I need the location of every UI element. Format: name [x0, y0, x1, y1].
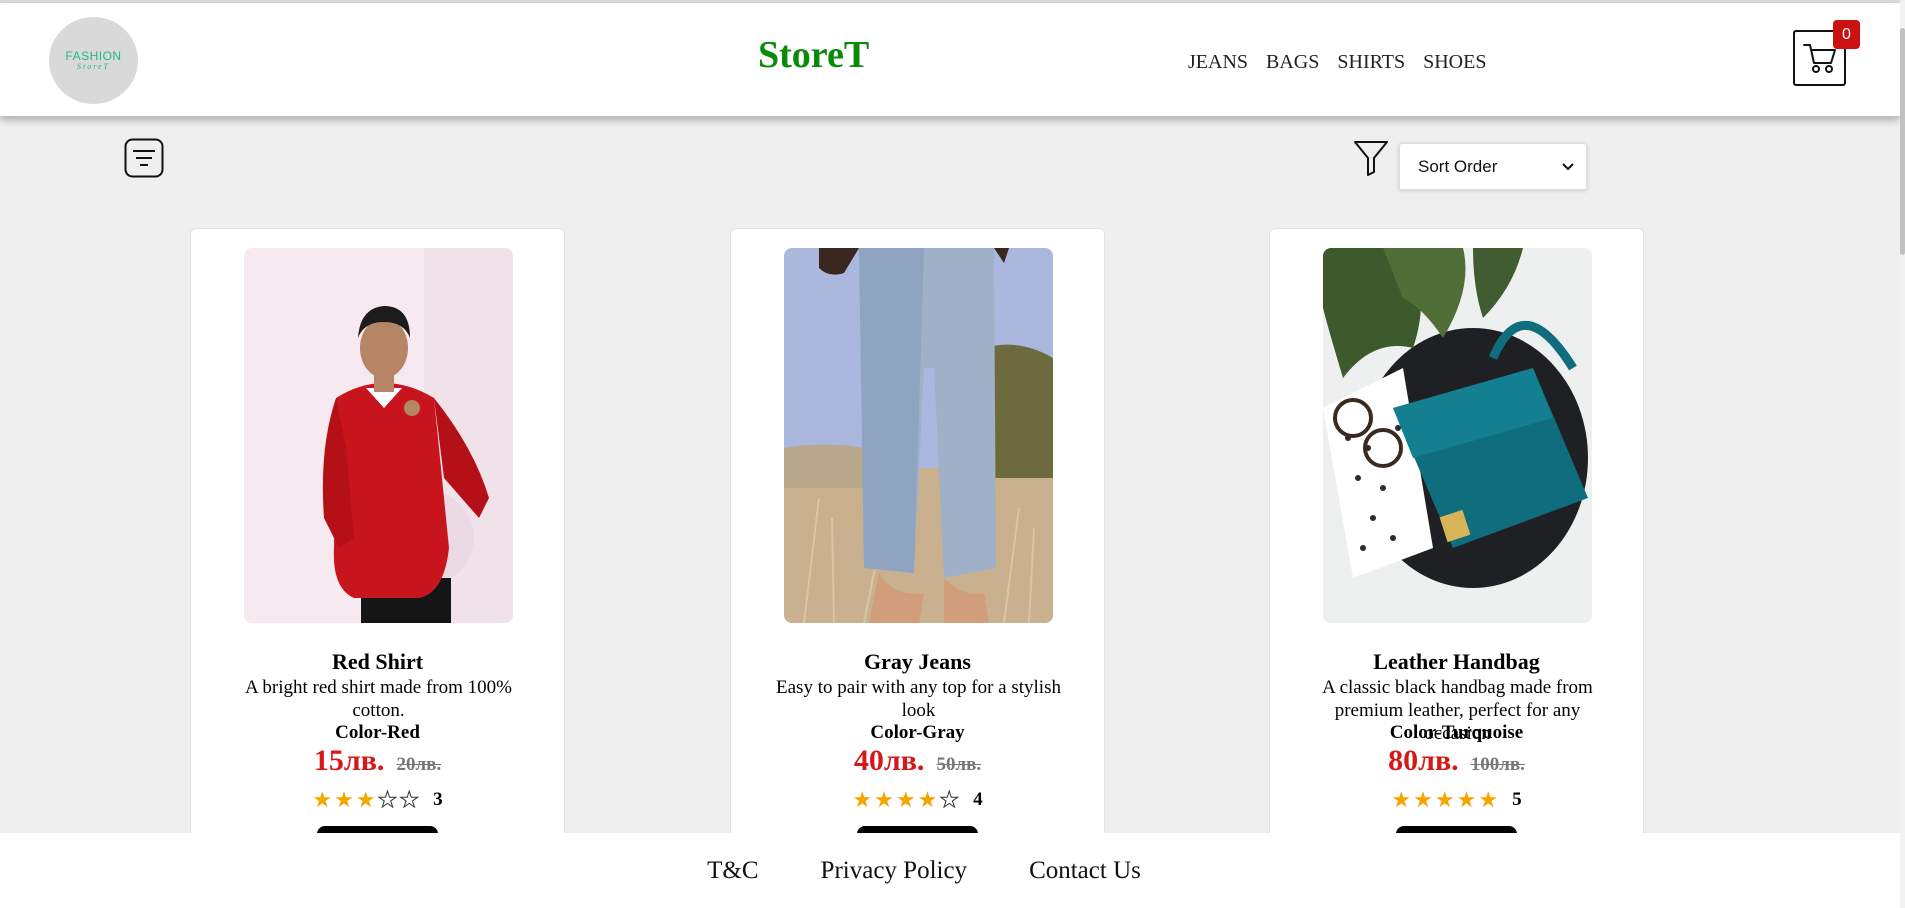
star-icon: ★ — [334, 787, 354, 812]
star-icon: ★ — [1478, 787, 1499, 812]
site-header: FASHION StoreT StoreT JEANS BAGS SHIRTS … — [0, 3, 1900, 116]
sort-order-select[interactable]: Sort Order — [1399, 143, 1587, 190]
product-image-leather-handbag[interactable] — [1323, 248, 1592, 623]
sort-order-value: Sort Order — [1418, 156, 1498, 176]
star-icon: ★ — [312, 787, 333, 812]
product-rating: ★ ★ ★ ★ ★ 5 — [1270, 789, 1643, 811]
logo-subtext: StoreT — [76, 61, 111, 71]
logo-text: FASHION — [65, 48, 122, 63]
star-icon: ★ — [874, 787, 894, 812]
list-toggle-icon[interactable] — [124, 138, 164, 178]
rating-count: 4 — [973, 789, 983, 810]
filter-icon[interactable] — [1353, 139, 1389, 177]
site-footer: T&C Privacy Policy Contact Us — [0, 833, 1900, 908]
nav-item-bags[interactable]: BAGS — [1266, 51, 1319, 74]
product-color: Color-Red — [335, 722, 420, 743]
nav-item-jeans[interactable]: JEANS — [1188, 51, 1248, 74]
star-icon: ★ — [1434, 787, 1455, 812]
product-name[interactable]: Red Shirt — [191, 649, 564, 675]
product-prices: 40лв. 50лв. — [731, 744, 1104, 778]
site-logo[interactable]: FASHION StoreT — [49, 17, 138, 104]
product-old-price: 100лв. — [1470, 754, 1525, 775]
star-icon: ★ — [355, 787, 376, 812]
star-icon: ★ — [399, 787, 420, 812]
product-prices: 15лв. 20лв. — [191, 744, 564, 778]
product-card-red-shirt[interactable]: Red Shirt A bright red shirt made from 1… — [190, 228, 565, 908]
product-image-gray-jeans[interactable] — [784, 248, 1053, 623]
product-card-gray-jeans[interactable]: Gray Jeans Easy to pair with any top for… — [730, 228, 1105, 908]
nav-item-shoes[interactable]: SHOES — [1423, 51, 1486, 74]
product-image-red-shirt[interactable] — [244, 248, 513, 623]
footer-link-terms[interactable]: T&C — [707, 857, 758, 885]
product-rating: ★ ★ ★ ★ ★ 3 — [191, 787, 564, 812]
cart-count-badge: 0 — [1833, 20, 1860, 49]
product-name[interactable]: Gray Jeans — [731, 649, 1104, 675]
cart-icon — [1802, 44, 1836, 73]
product-card-leather-handbag[interactable]: Leather Handbag A classic black handbag … — [1269, 228, 1644, 908]
star-icon: ★ — [895, 787, 916, 812]
product-color: Color-Turquoise — [1389, 722, 1524, 743]
footer-link-contact[interactable]: Contact Us — [1029, 857, 1141, 885]
nav-item-shirts[interactable]: SHIRTS — [1337, 51, 1405, 74]
product-rating: ★ ★ ★ ★ ★ 4 — [731, 787, 1104, 812]
main-nav: JEANS BAGS SHIRTS SHOES — [1188, 51, 1486, 74]
rating-count: 5 — [1512, 789, 1522, 810]
product-price: 15лв. — [313, 744, 385, 777]
star-icon: ★ — [1456, 787, 1477, 812]
product-color: Color-Gray — [870, 722, 965, 743]
product-price: 80лв. — [1388, 744, 1459, 777]
scrollbar-thumb[interactable] — [1900, 28, 1905, 255]
product-price: 40лв. — [853, 744, 925, 777]
product-prices: 80лв. 100лв. — [1270, 744, 1643, 778]
product-name[interactable]: Leather Handbag — [1270, 649, 1643, 675]
footer-link-privacy[interactable]: Privacy Policy — [821, 857, 968, 885]
star-icon: ★ — [1413, 787, 1433, 812]
rating-count: 3 — [433, 789, 443, 810]
product-description: Easy to pair with any top for a stylish … — [776, 677, 1061, 721]
product-old-price: 50лв. — [936, 754, 982, 775]
star-icon: ★ — [377, 787, 398, 812]
brand-title[interactable]: StoreT — [758, 33, 869, 77]
product-old-price: 20лв. — [396, 754, 442, 775]
star-icon: ★ — [917, 787, 938, 812]
star-icon: ★ — [939, 787, 960, 812]
star-icon: ★ — [1391, 787, 1412, 812]
star-icon: ★ — [852, 787, 873, 812]
product-description: A bright red shirt made from 100% cotton… — [244, 677, 512, 721]
chevron-down-icon — [1562, 162, 1574, 170]
